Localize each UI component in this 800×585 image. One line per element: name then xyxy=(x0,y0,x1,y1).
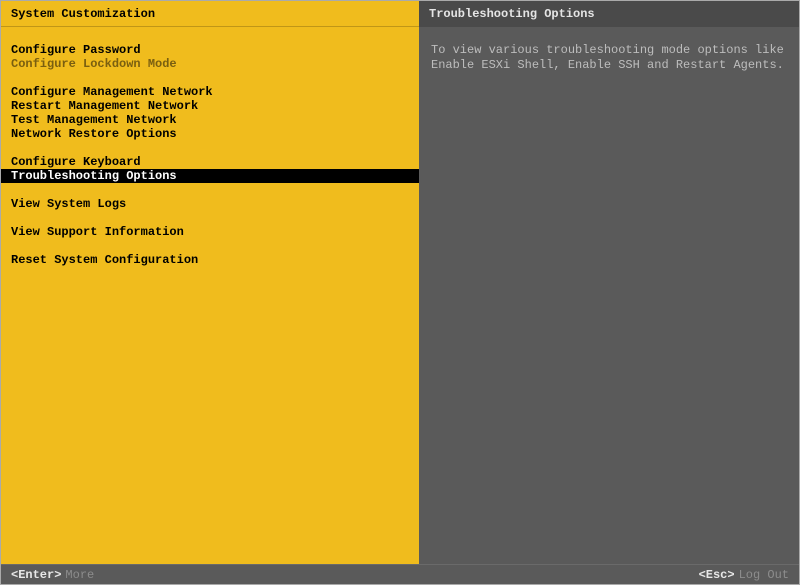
menu-group: Configure Password Configure Lockdown Mo… xyxy=(1,43,419,71)
esc-key-label: <Esc> xyxy=(699,568,735,582)
right-panel-title: Troubleshooting Options xyxy=(419,1,799,27)
menu-item-test-management-network[interactable]: Test Management Network xyxy=(1,113,419,127)
menu-item-restart-management-network[interactable]: Restart Management Network xyxy=(1,99,419,113)
menu-item-configure-management-network[interactable]: Configure Management Network xyxy=(1,85,419,99)
left-panel: System Customization Configure Password … xyxy=(1,1,419,564)
menu-item-reset-system-configuration[interactable]: Reset System Configuration xyxy=(1,253,419,267)
esc-action-label: Log Out xyxy=(739,568,789,582)
right-panel-description: To view various troubleshooting mode opt… xyxy=(431,43,787,73)
left-panel-body: Configure Password Configure Lockdown Mo… xyxy=(1,27,419,564)
main-area: System Customization Configure Password … xyxy=(1,1,799,564)
menu-item-configure-password[interactable]: Configure Password xyxy=(1,43,419,57)
menu-item-troubleshooting-options[interactable]: Troubleshooting Options xyxy=(1,169,419,183)
footer-esc-hint: <Esc> Log Out xyxy=(699,568,789,582)
footer-enter-hint: <Enter> More xyxy=(11,568,94,582)
menu-group: View Support Information xyxy=(1,225,419,239)
footer: <Enter> More <Esc> Log Out xyxy=(1,564,799,584)
right-panel-body: To view various troubleshooting mode opt… xyxy=(419,27,799,564)
enter-action-label: More xyxy=(65,568,94,582)
menu-item-network-restore-options[interactable]: Network Restore Options xyxy=(1,127,419,141)
right-panel: Troubleshooting Options To view various … xyxy=(419,1,799,564)
left-panel-title: System Customization xyxy=(1,1,419,27)
enter-key-label: <Enter> xyxy=(11,568,61,582)
menu-group: Configure Management Network Restart Man… xyxy=(1,85,419,141)
menu-item-view-system-logs[interactable]: View System Logs xyxy=(1,197,419,211)
menu-group: Reset System Configuration xyxy=(1,253,419,267)
menu-group: View System Logs xyxy=(1,197,419,211)
menu-item-configure-keyboard[interactable]: Configure Keyboard xyxy=(1,155,419,169)
menu-group: Configure Keyboard Troubleshooting Optio… xyxy=(1,155,419,183)
menu-item-configure-lockdown-mode[interactable]: Configure Lockdown Mode xyxy=(1,57,419,71)
menu-item-view-support-information[interactable]: View Support Information xyxy=(1,225,419,239)
